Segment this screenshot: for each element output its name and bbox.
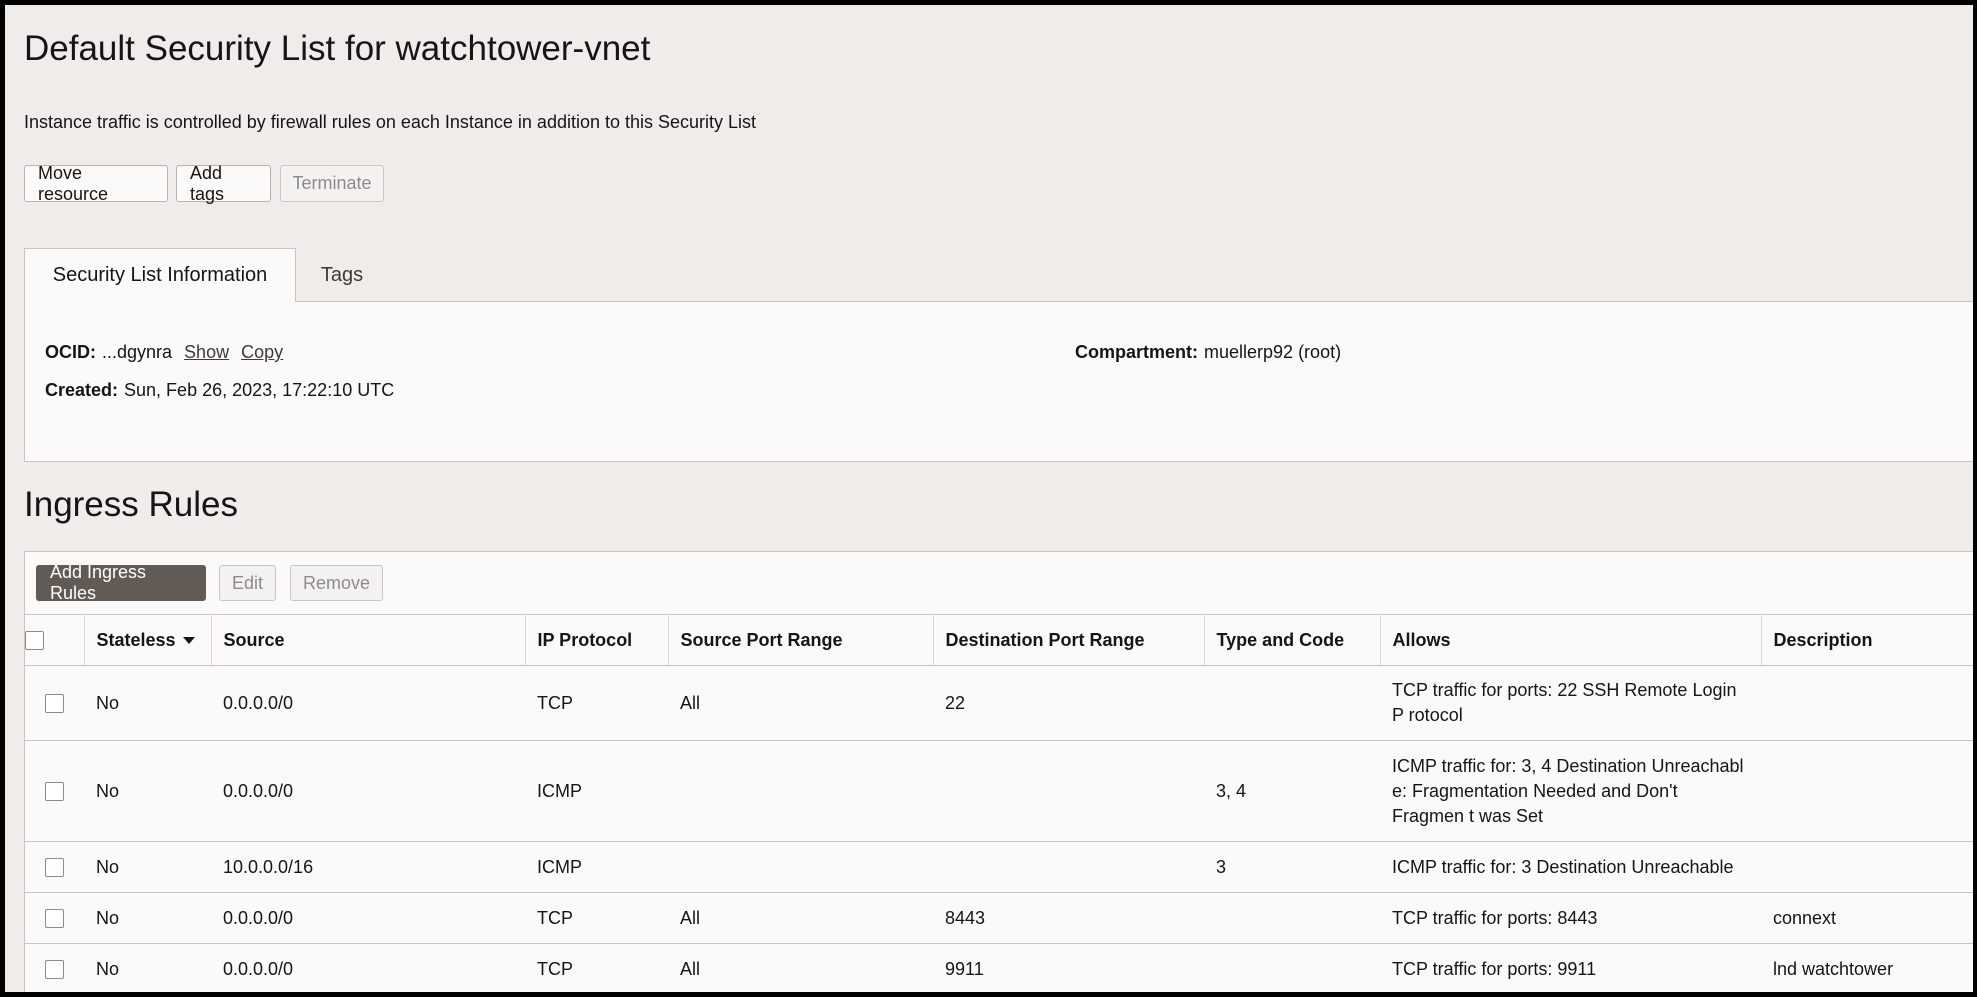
cell-source-port-range [668, 740, 933, 842]
column-header-destination-port-range: Destination Port Range [933, 614, 1205, 666]
cell-description: connext [1761, 892, 1973, 944]
cell-stateless: No [84, 892, 211, 944]
cell-destination-port-range: 8443 [933, 892, 1204, 944]
row-checkbox[interactable] [45, 960, 64, 980]
page-subtitle: Instance traffic is controlled by firewa… [24, 112, 757, 132]
cell-ip-protocol: TCP [525, 665, 668, 741]
cell-allows: ICMP traffic for: 3, 4 Destination Unrea… [1380, 740, 1761, 842]
cell-ip-protocol: ICMP [525, 841, 668, 893]
add-ingress-rules-button[interactable]: Add Ingress Rules [36, 562, 206, 603]
cell-source: 10.0.0.0/16 [211, 841, 525, 893]
cell-description: lnd watchtower [1761, 943, 1973, 992]
cell-allows: TCP traffic for ports: 9911 [1380, 943, 1761, 992]
cell-allows: TCP traffic for ports: 8443 [1380, 892, 1761, 944]
cell-destination-port-range: 9911 [933, 943, 1204, 992]
show-ocid-link[interactable]: Show [184, 342, 229, 363]
created-label: Created: [45, 380, 119, 400]
terminate-button[interactable]: Terminate [280, 165, 384, 202]
cell-type-and-code [1204, 892, 1380, 944]
sort-descending-icon[interactable] [182, 637, 195, 645]
row-select-cell [25, 665, 84, 741]
cell-source-port-range: All [668, 665, 933, 741]
row-checkbox[interactable] [45, 858, 64, 878]
cell-source: 0.0.0.0/0 [211, 892, 525, 944]
cell-allows: TCP traffic for ports: 22 SSH Remote Log… [1380, 665, 1761, 741]
add-tags-button[interactable]: Add tags [176, 163, 271, 204]
cell-source-port-range [668, 841, 933, 893]
row-select-cell [25, 740, 84, 842]
compartment-row: Compartment: muellerp92 (root) [1075, 342, 1341, 363]
edit-button[interactable]: Edit [219, 565, 276, 601]
cell-type-and-code: 3 [1204, 841, 1380, 893]
tab-security-list-information[interactable]: Security List Information [24, 248, 296, 302]
cell-destination-port-range [933, 841, 1204, 893]
cell-description [1761, 665, 1973, 741]
row-checkbox[interactable] [45, 694, 64, 714]
compartment-value: muellerp92 (root) [1204, 342, 1342, 362]
column-label-stateless: Stateless [96, 629, 176, 650]
cell-destination-port-range [933, 740, 1204, 842]
cell-stateless: No [84, 841, 211, 893]
cell-description [1761, 740, 1973, 842]
cell-stateless: No [84, 665, 211, 741]
cell-description [1761, 841, 1973, 893]
table-row: No 0.0.0.0/0 TCP All 22 TCP traffic for … [25, 665, 1973, 741]
column-header-description: Description [1761, 614, 1973, 666]
row-select-cell [25, 943, 84, 992]
select-all-cell [25, 614, 85, 666]
column-header-ip-protocol: IP Protocol [525, 614, 669, 666]
column-header-source: Source [211, 614, 526, 666]
table-row: No 10.0.0.0/16 ICMP 3 ICMP traffic for: … [25, 841, 1973, 893]
ingress-rules-panel: Add Ingress Rules Edit Remove Stateless … [24, 551, 1973, 992]
page-title: Default Security List for watchtower-vne… [24, 29, 651, 68]
cell-source: 0.0.0.0/0 [211, 665, 525, 741]
cell-source-port-range: All [668, 892, 933, 944]
security-list-info-panel: OCID: ...dgynra Show Copy Created: Sun, … [24, 301, 1973, 462]
ingress-rules-table: Stateless Source IP Protocol Source Port… [25, 614, 1973, 992]
ingress-rules-title: Ingress Rules [24, 485, 238, 524]
cell-destination-port-range: 22 [933, 665, 1204, 741]
move-resource-button[interactable]: Move resource [24, 163, 168, 204]
cell-allows: ICMP traffic for: 3 Destination Unreacha… [1380, 841, 1761, 893]
row-select-cell [25, 841, 84, 893]
cell-ip-protocol: TCP [525, 943, 668, 992]
created-row: Created: Sun, Feb 26, 2023, 17:22:10 UTC [45, 380, 394, 401]
row-select-cell [25, 892, 84, 944]
column-header-type-and-code: Type and Code [1204, 614, 1381, 666]
column-header-source-port-range: Source Port Range [668, 614, 934, 666]
table-header-row: Stateless Source IP Protocol Source Port… [25, 614, 1973, 666]
cell-stateless: No [84, 740, 211, 842]
remove-button[interactable]: Remove [290, 565, 383, 601]
compartment-label: Compartment: [1075, 342, 1199, 362]
cell-source: 0.0.0.0/0 [211, 943, 525, 992]
cell-source-port-range: All [668, 943, 933, 992]
cell-type-and-code [1204, 665, 1380, 741]
cell-ip-protocol: TCP [525, 892, 668, 944]
copy-ocid-link[interactable]: Copy [241, 342, 283, 363]
column-header-allows: Allows [1380, 614, 1762, 666]
cell-source: 0.0.0.0/0 [211, 740, 525, 842]
ocid-value: ...dgynra [102, 342, 173, 362]
table-row: No 0.0.0.0/0 TCP All 8443 TCP traffic fo… [25, 892, 1973, 944]
ocid-label: OCID: [45, 342, 96, 362]
cell-type-and-code [1204, 943, 1380, 992]
row-checkbox[interactable] [45, 782, 64, 802]
select-all-checkbox[interactable] [25, 631, 44, 651]
row-checkbox[interactable] [45, 909, 64, 929]
page-frame: Default Security List for watchtower-vne… [5, 5, 1973, 992]
column-header-stateless[interactable]: Stateless [84, 614, 212, 666]
cell-ip-protocol: ICMP [525, 740, 668, 842]
table-row: No 0.0.0.0/0 ICMP 3, 4 ICMP traffic for:… [25, 740, 1973, 842]
table-row: No 0.0.0.0/0 TCP All 9911 TCP traffic fo… [25, 943, 1973, 992]
cell-type-and-code: 3, 4 [1204, 740, 1380, 842]
created-value: Sun, Feb 26, 2023, 17:22:10 UTC [124, 380, 395, 400]
tab-tags[interactable]: Tags [297, 248, 387, 302]
ocid-row: OCID: ...dgynra Show Copy [45, 342, 283, 363]
cell-stateless: No [84, 943, 211, 992]
